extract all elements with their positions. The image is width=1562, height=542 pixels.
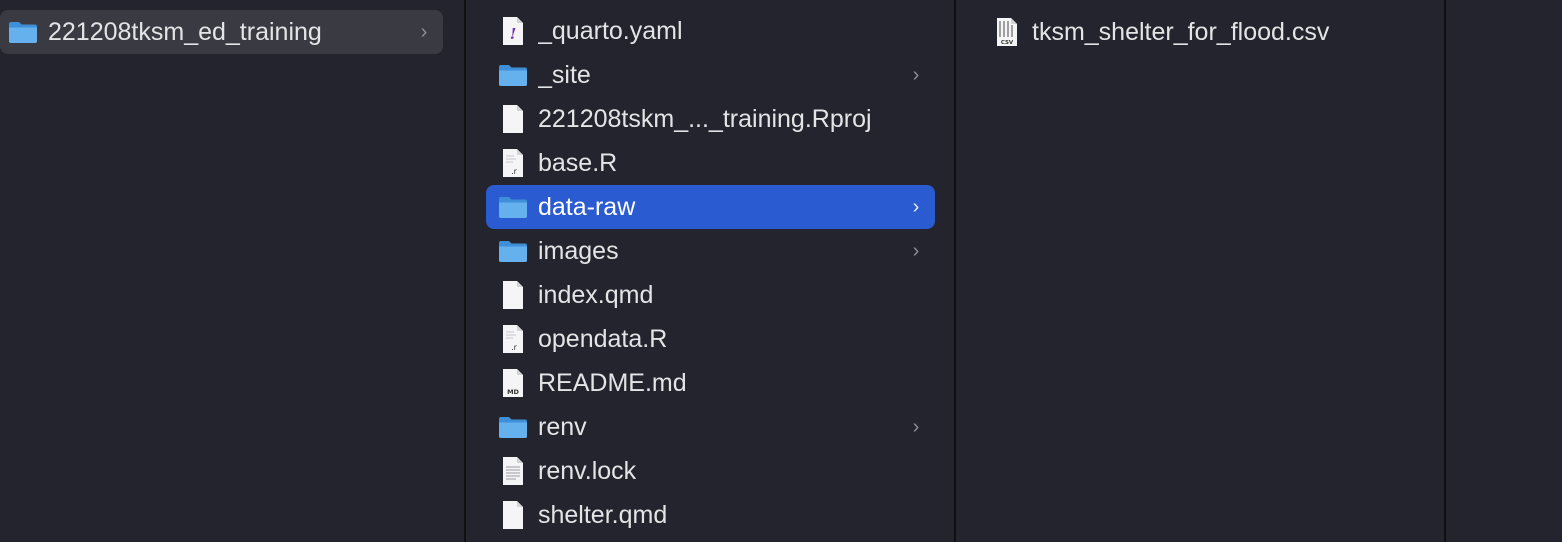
yaml-file-icon: ! <box>498 16 528 46</box>
folder-icon <box>498 192 528 222</box>
item-label: data-raw <box>538 193 636 221</box>
item-label: shelter.qmd <box>538 501 668 529</box>
item-label: renv.lock <box>538 457 637 485</box>
item-label: index.qmd <box>538 281 654 309</box>
list-item-tksm-shelter-csv[interactable]: CSV tksm_shelter_for_flood.csv <box>976 10 1425 54</box>
folder-icon <box>8 17 38 47</box>
column-3[interactable]: CSV tksm_shelter_for_flood.csv <box>954 0 1444 542</box>
item-label: base.R <box>538 149 618 177</box>
r-file-icon: .r <box>498 324 528 354</box>
chevron-right-icon: › <box>912 64 920 86</box>
chevron-right-icon: › <box>420 21 428 43</box>
list-item-renv[interactable]: renv › <box>486 405 935 449</box>
svg-text:CSV: CSV <box>1001 40 1014 46</box>
svg-text:MD: MD <box>507 388 519 396</box>
document-icon <box>498 104 528 134</box>
column-1[interactable]: 221208tksm_ed_training › <box>0 0 464 542</box>
item-label: images <box>538 237 619 265</box>
svg-text:.r: .r <box>511 167 518 176</box>
folder-icon <box>498 60 528 90</box>
chevron-right-icon: › <box>912 240 920 262</box>
r-file-icon: .r <box>498 148 528 178</box>
csv-file-icon: CSV <box>992 17 1022 47</box>
document-icon <box>498 280 528 310</box>
svg-text:!: ! <box>510 25 517 43</box>
list-item-shelter-qmd[interactable]: shelter.qmd <box>486 493 935 537</box>
list-item-site[interactable]: _site › <box>486 53 935 97</box>
list-item-quarto-yaml[interactable]: ! _quarto.yaml <box>486 9 935 53</box>
chevron-right-icon: › <box>912 416 920 438</box>
list-item-index-qmd[interactable]: index.qmd <box>486 273 935 317</box>
list-item-renv-lock[interactable]: renv.lock <box>486 449 935 493</box>
column-4[interactable] <box>1444 0 1562 542</box>
list-item-readme-md[interactable]: MD README.md <box>486 361 935 405</box>
column-browser: 221208tksm_ed_training › ! _quarto.yaml … <box>0 0 1562 542</box>
item-label: _quarto.yaml <box>538 17 683 45</box>
list-item-opendata-r[interactable]: .r opendata.R <box>486 317 935 361</box>
list-item-221208tksm-ed-training[interactable]: 221208tksm_ed_training › <box>0 10 443 54</box>
text-file-icon <box>498 456 528 486</box>
item-label: 221208tskm_..._training.Rproj <box>538 105 872 133</box>
list-item-base-r[interactable]: .r base.R <box>486 141 935 185</box>
list-item-rproj[interactable]: 221208tskm_..._training.Rproj <box>486 97 935 141</box>
column-2[interactable]: ! _quarto.yaml _site › 221208tskm_..._tr… <box>464 0 954 542</box>
folder-icon <box>498 412 528 442</box>
item-label: renv <box>538 413 587 441</box>
list-item-images[interactable]: images › <box>486 229 935 273</box>
folder-icon <box>498 236 528 266</box>
list-item-data-raw[interactable]: data-raw › <box>486 185 935 229</box>
item-label: 221208tksm_ed_training <box>48 18 322 46</box>
document-icon <box>498 500 528 530</box>
markdown-file-icon: MD <box>498 368 528 398</box>
item-label: _site <box>538 61 591 89</box>
item-label: tksm_shelter_for_flood.csv <box>1032 18 1330 46</box>
item-label: opendata.R <box>538 325 668 353</box>
item-label: README.md <box>538 369 687 397</box>
chevron-right-icon: › <box>912 196 920 218</box>
svg-text:.r: .r <box>511 343 518 352</box>
